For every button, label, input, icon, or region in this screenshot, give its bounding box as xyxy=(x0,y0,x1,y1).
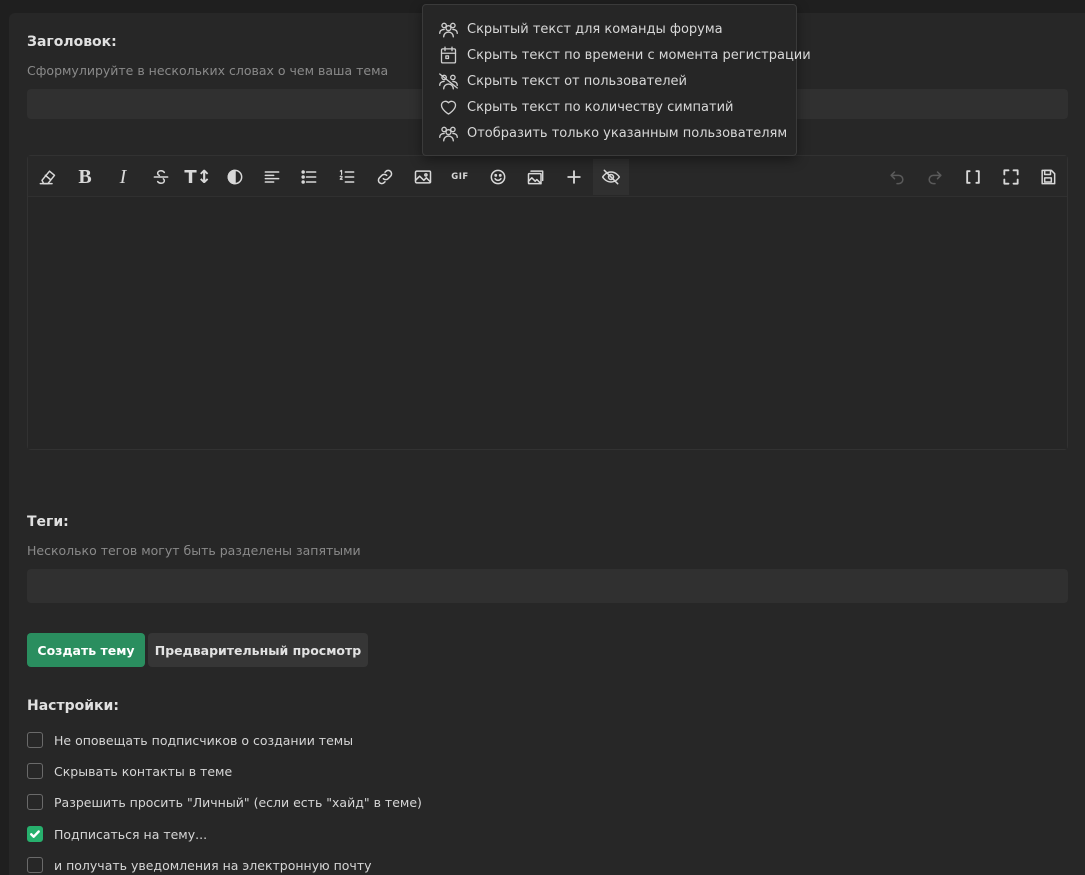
plus-icon[interactable] xyxy=(556,159,592,195)
rich-text-editor: B I T↕ GIF xyxy=(27,155,1068,450)
title-hint: Сформулируйте в нескольких словах о чем … xyxy=(27,63,389,78)
smiley-icon[interactable] xyxy=(480,159,516,195)
tags-label: Теги: xyxy=(27,514,69,530)
menu-item-label: Скрыть текст по времени с момента регист… xyxy=(467,47,811,63)
option-hide-contacts[interactable]: Скрывать контакты в теме xyxy=(27,761,232,781)
option-label: Подписаться на тему... xyxy=(54,826,208,842)
menu-item-label: Скрыть текст от пользователей xyxy=(467,73,687,89)
menu-item-label: Скрытый текст для команды форума xyxy=(467,21,723,37)
editor-content-area[interactable] xyxy=(28,198,1067,449)
users-slash-icon xyxy=(439,73,458,90)
italic-icon[interactable]: I xyxy=(105,159,141,195)
text-size-icon[interactable]: T↕ xyxy=(180,159,216,195)
bullet-list-icon[interactable] xyxy=(291,159,327,195)
undo-icon[interactable] xyxy=(879,159,915,195)
image-icon[interactable] xyxy=(405,159,441,195)
preview-button[interactable]: Предварительный просмотр xyxy=(148,633,368,667)
checkbox[interactable] xyxy=(27,857,43,873)
checkbox-checked[interactable] xyxy=(27,826,43,842)
option-label: Скрывать контакты в теме xyxy=(54,763,233,779)
hide-icon[interactable] xyxy=(593,159,629,195)
bold-icon[interactable]: B xyxy=(67,159,103,195)
calendar-icon xyxy=(440,46,457,64)
redo-icon[interactable] xyxy=(917,159,953,195)
eraser-icon[interactable] xyxy=(29,159,65,195)
editor-toolbar: B I T↕ GIF xyxy=(28,156,1067,197)
align-icon[interactable] xyxy=(254,159,290,195)
checkbox[interactable] xyxy=(27,763,43,779)
create-thread-button[interactable]: Создать тему xyxy=(27,633,145,667)
save-draft-icon[interactable] xyxy=(1030,159,1066,195)
menu-item-specified-users[interactable]: Отобразить только указанным пользователя… xyxy=(423,120,796,146)
option-subscribe[interactable]: Подписаться на тему... xyxy=(27,824,207,844)
option-no-notify[interactable]: Не оповещать подписчиков о создании темы xyxy=(27,730,353,750)
menu-item-team-hide[interactable]: Скрытый текст для команды форума xyxy=(423,16,796,42)
menu-item-label: Скрыть текст по количеству симпатий xyxy=(467,99,734,115)
gif-icon[interactable]: GIF xyxy=(442,159,478,195)
media-icon[interactable] xyxy=(518,159,554,195)
option-allow-personal[interactable]: Разрешить просить "Личный" (если есть "х… xyxy=(27,792,422,812)
menu-item-users-hide[interactable]: Скрыть текст от пользователей xyxy=(423,68,796,94)
team-icon xyxy=(439,22,458,38)
option-label: Не оповещать подписчиков о создании темы xyxy=(54,732,354,748)
menu-item-likes-hide[interactable]: Скрыть текст по количеству симпатий xyxy=(423,94,796,120)
users-icon xyxy=(439,126,458,142)
numbered-list-icon[interactable] xyxy=(329,159,365,195)
checkbox[interactable] xyxy=(27,732,43,748)
menu-item-label: Отобразить только указанным пользователя… xyxy=(467,125,788,141)
color-icon[interactable] xyxy=(217,159,253,195)
menu-item-time-hide[interactable]: Скрыть текст по времени с момента регист… xyxy=(423,42,811,68)
bbcode-icon[interactable] xyxy=(955,159,991,195)
tags-input[interactable] xyxy=(27,569,1068,603)
checkbox[interactable] xyxy=(27,794,43,810)
checkmark-icon xyxy=(30,830,40,838)
fullscreen-icon[interactable] xyxy=(993,159,1029,195)
title-label: Заголовок: xyxy=(27,34,117,50)
strikethrough-icon[interactable] xyxy=(143,159,179,195)
option-label: Разрешить просить "Личный" (если есть "х… xyxy=(54,794,422,810)
tags-hint: Несколько тегов могут быть разделены зап… xyxy=(27,543,361,558)
link-icon[interactable] xyxy=(367,159,403,195)
hide-options-menu: Скрытый текст для команды форума Скрыть … xyxy=(422,4,811,156)
option-email-notify[interactable]: и получать уведомления на электронную по… xyxy=(27,855,372,875)
settings-label: Настройки: xyxy=(27,698,119,714)
heart-icon xyxy=(440,100,457,115)
option-label: и получать уведомления на электронную по… xyxy=(54,857,372,873)
